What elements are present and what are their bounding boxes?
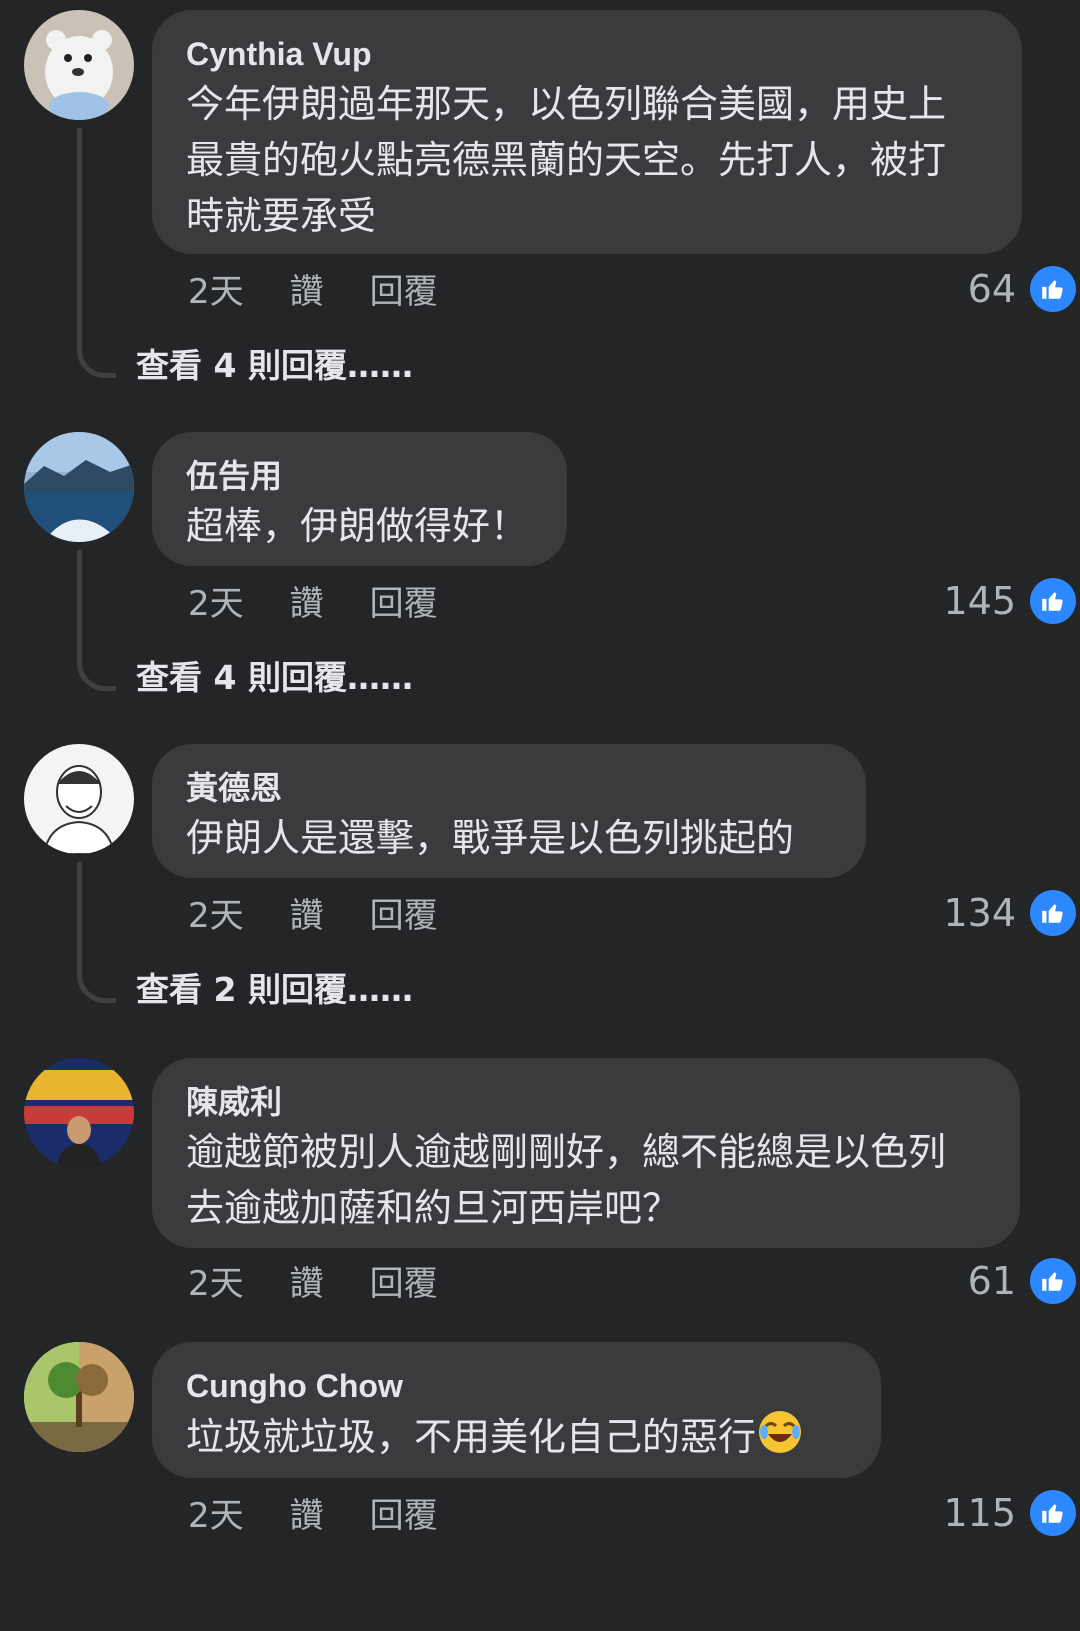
comment-bubble: 陳威利 逾越節被別人逾越剛剛好，總不能總是以色列 去逾越加薩和約旦河西岸吧？ xyxy=(152,1058,1020,1248)
comment-actions: 2天 讚 回覆 xyxy=(188,1262,438,1306)
avatar-image xyxy=(24,744,134,854)
thumbs-up-icon xyxy=(1030,1490,1076,1536)
comment-bubble: 伍告用 超棒，伊朗做得好！ xyxy=(152,432,567,566)
comment-text-body: 垃圾就垃圾，不用美化自己的惡行 xyxy=(186,1415,757,1459)
comment-bubble: Cynthia Vup 今年伊朗過年那天，以色列聯合美國，用史上 最貴的砲火點亮… xyxy=(152,10,1022,254)
avatar-image xyxy=(24,1058,134,1168)
avatar[interactable] xyxy=(24,1342,134,1452)
reply-button[interactable]: 回覆 xyxy=(370,1494,438,1538)
comment-actions: 2天 讚 回覆 xyxy=(188,270,438,314)
thread-connector xyxy=(77,862,116,1003)
laughing-crying-emoji-icon xyxy=(756,1408,804,1471)
comment-time[interactable]: 2天 xyxy=(188,894,244,938)
like-count-value: 145 xyxy=(943,579,1016,623)
avatar[interactable] xyxy=(24,1058,134,1168)
comment-text: 逾越節被別人逾越剛剛好，總不能總是以色列 去逾越加薩和約旦河西岸吧？ xyxy=(186,1130,947,1230)
comment-text: 今年伊朗過年那天，以色列聯合美國，用史上 最貴的砲火點亮德黑蘭的天空。先打人，被… xyxy=(186,82,947,238)
view-replies-link[interactable]: 查看 4 則回覆…… xyxy=(136,344,413,388)
like-count-value: 115 xyxy=(943,1491,1016,1535)
comment-bubble: Cungho Chow 垃圾就垃圾，不用美化自己的惡行 xyxy=(152,1342,881,1478)
avatar[interactable] xyxy=(24,432,134,542)
avatar[interactable] xyxy=(24,10,134,120)
thumbs-up-icon xyxy=(1030,1258,1076,1304)
comment-author[interactable]: 陳威利 xyxy=(186,1080,986,1124)
like-button[interactable]: 讚 xyxy=(290,1262,324,1306)
like-count-value: 61 xyxy=(967,1259,1016,1303)
like-count-value: 64 xyxy=(967,267,1016,311)
like-count-value: 134 xyxy=(943,891,1016,935)
comment-author[interactable]: 黃德恩 xyxy=(186,766,832,810)
comment-author[interactable]: Cynthia Vup xyxy=(186,32,988,76)
comment-text: 超棒，伊朗做得好！ xyxy=(186,504,529,548)
view-replies-link[interactable]: 查看 4 則回覆…… xyxy=(136,656,413,700)
like-count[interactable]: 64 xyxy=(968,266,1076,312)
comment-time[interactable]: 2天 xyxy=(188,270,244,314)
like-count[interactable]: 134 xyxy=(943,890,1076,936)
like-count[interactable]: 145 xyxy=(943,578,1076,624)
reply-button[interactable]: 回覆 xyxy=(370,894,438,938)
like-button[interactable]: 讚 xyxy=(290,582,324,626)
thumbs-up-icon xyxy=(1030,890,1076,936)
view-replies-link[interactable]: 查看 2 則回覆…… xyxy=(136,968,413,1012)
comment-time[interactable]: 2天 xyxy=(188,1262,244,1306)
thumbs-up-icon xyxy=(1030,266,1076,312)
like-button[interactable]: 讚 xyxy=(290,270,324,314)
comment-actions: 2天 讚 回覆 xyxy=(188,894,438,938)
reply-button[interactable]: 回覆 xyxy=(370,1262,438,1306)
reply-button[interactable]: 回覆 xyxy=(370,270,438,314)
avatar[interactable] xyxy=(24,744,134,854)
thread-connector xyxy=(77,550,116,691)
reply-button[interactable]: 回覆 xyxy=(370,582,438,626)
avatar-image xyxy=(24,1342,134,1452)
like-count[interactable]: 61 xyxy=(968,1258,1076,1304)
comment-bubble: 黃德恩 伊朗人是還擊，戰爭是以色列挑起的 xyxy=(152,744,866,878)
comment-author[interactable]: 伍告用 xyxy=(186,454,533,498)
like-count[interactable]: 115 xyxy=(943,1490,1076,1536)
comment-actions: 2天 讚 回覆 xyxy=(188,582,438,626)
like-button[interactable]: 讚 xyxy=(290,894,324,938)
comment-author[interactable]: Cungho Chow xyxy=(186,1364,847,1408)
comment-time[interactable]: 2天 xyxy=(188,1494,244,1538)
like-button[interactable]: 讚 xyxy=(290,1494,324,1538)
comment-time[interactable]: 2天 xyxy=(188,582,244,626)
avatar-image xyxy=(24,432,134,542)
avatar-image xyxy=(24,10,134,120)
comment-text: 垃圾就垃圾，不用美化自己的惡行 xyxy=(186,1408,847,1471)
comment-text: 伊朗人是還擊，戰爭是以色列挑起的 xyxy=(186,816,795,860)
comment-actions: 2天 讚 回覆 xyxy=(188,1494,438,1538)
thumbs-up-icon xyxy=(1030,578,1076,624)
thread-connector xyxy=(77,128,116,378)
